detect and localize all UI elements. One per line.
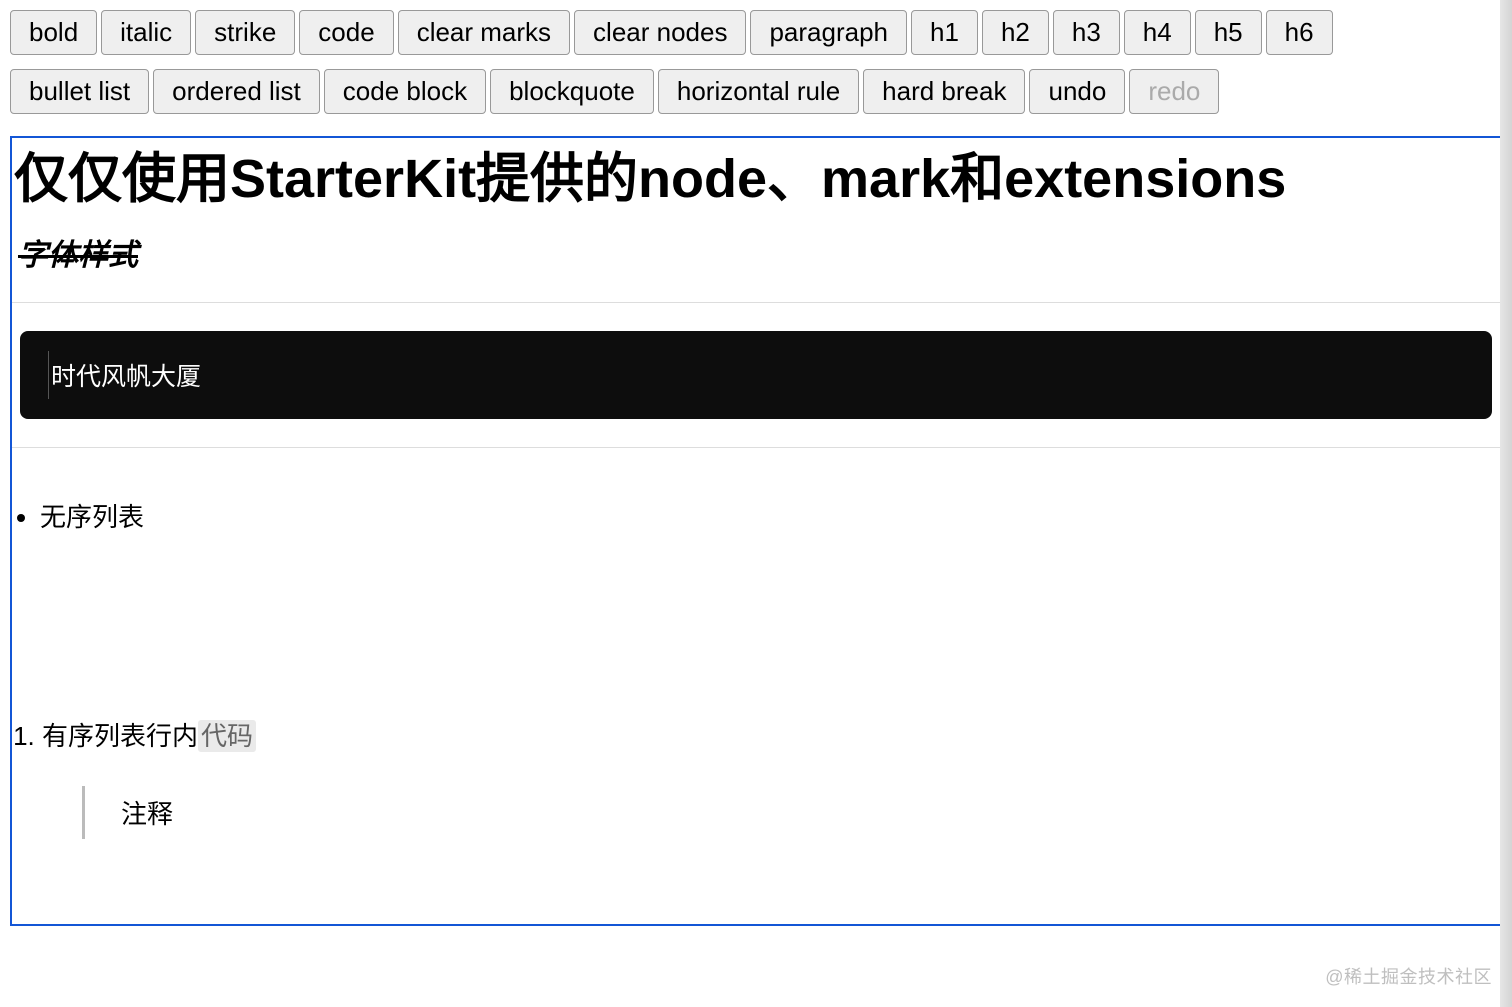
editor-h1[interactable]: 仅仅使用StarterKit提供的node、mark和extensions — [12, 146, 1500, 214]
toolbar-row-2: bullet list ordered list code block bloc… — [10, 69, 1502, 114]
strike-button[interactable]: strike — [195, 10, 295, 55]
bullet-list-button[interactable]: bullet list — [10, 69, 149, 114]
h3-button[interactable]: h3 — [1053, 10, 1120, 55]
code-block-text: 时代风帆大厦 — [48, 363, 201, 391]
code-block-button[interactable]: code block — [324, 69, 486, 114]
toolbar: bold italic strike code clear marks clea… — [10, 10, 1502, 114]
editor-content[interactable]: 仅仅使用StarterKit提供的node、mark和extensions 字体… — [12, 138, 1500, 924]
paragraph-button[interactable]: paragraph — [750, 10, 907, 55]
h5-button[interactable]: h5 — [1195, 10, 1262, 55]
editor-container: 仅仅使用StarterKit提供的node、mark和extensions 字体… — [10, 136, 1502, 926]
right-edge-decoration — [1500, 0, 1512, 1007]
h1-button[interactable]: h1 — [911, 10, 978, 55]
undo-button[interactable]: undo — [1029, 69, 1125, 114]
italic-button[interactable]: italic — [101, 10, 191, 55]
ordered-list[interactable]: 有序列表行内代码 — [12, 717, 1500, 756]
toolbar-row-1: bold italic strike code clear marks clea… — [10, 10, 1502, 55]
hard-break-button[interactable]: hard break — [863, 69, 1025, 114]
bullet-list[interactable]: 无序列表 — [12, 498, 1500, 537]
blockquote-button[interactable]: blockquote — [490, 69, 654, 114]
horizontal-rule — [12, 447, 1500, 448]
list-item[interactable]: 无序列表 — [40, 498, 1500, 537]
code-button[interactable]: code — [299, 10, 393, 55]
blockquote-text: 注释 — [121, 799, 173, 829]
clear-marks-button[interactable]: clear marks — [398, 10, 570, 55]
editor-h2-styled[interactable]: 字体样式 — [12, 230, 1500, 274]
horizontal-rule — [12, 302, 1500, 303]
ordered-item-text: 有序列表行内 — [42, 721, 198, 751]
h2-button[interactable]: h2 — [982, 10, 1049, 55]
list-item[interactable]: 有序列表行内代码 — [42, 717, 1500, 756]
redo-button[interactable]: redo — [1129, 69, 1219, 114]
inline-code: 代码 — [198, 720, 256, 752]
clear-nodes-button[interactable]: clear nodes — [574, 10, 746, 55]
horizontal-rule-button[interactable]: horizontal rule — [658, 69, 859, 114]
bold-button[interactable]: bold — [10, 10, 97, 55]
code-block[interactable]: 时代风帆大厦 — [20, 331, 1492, 419]
h6-button[interactable]: h6 — [1266, 10, 1333, 55]
ordered-list-button[interactable]: ordered list — [153, 69, 320, 114]
watermark: @稀土掘金技术社区 — [1325, 963, 1492, 989]
h4-button[interactable]: h4 — [1124, 10, 1191, 55]
blockquote[interactable]: 注释 — [82, 786, 1500, 839]
